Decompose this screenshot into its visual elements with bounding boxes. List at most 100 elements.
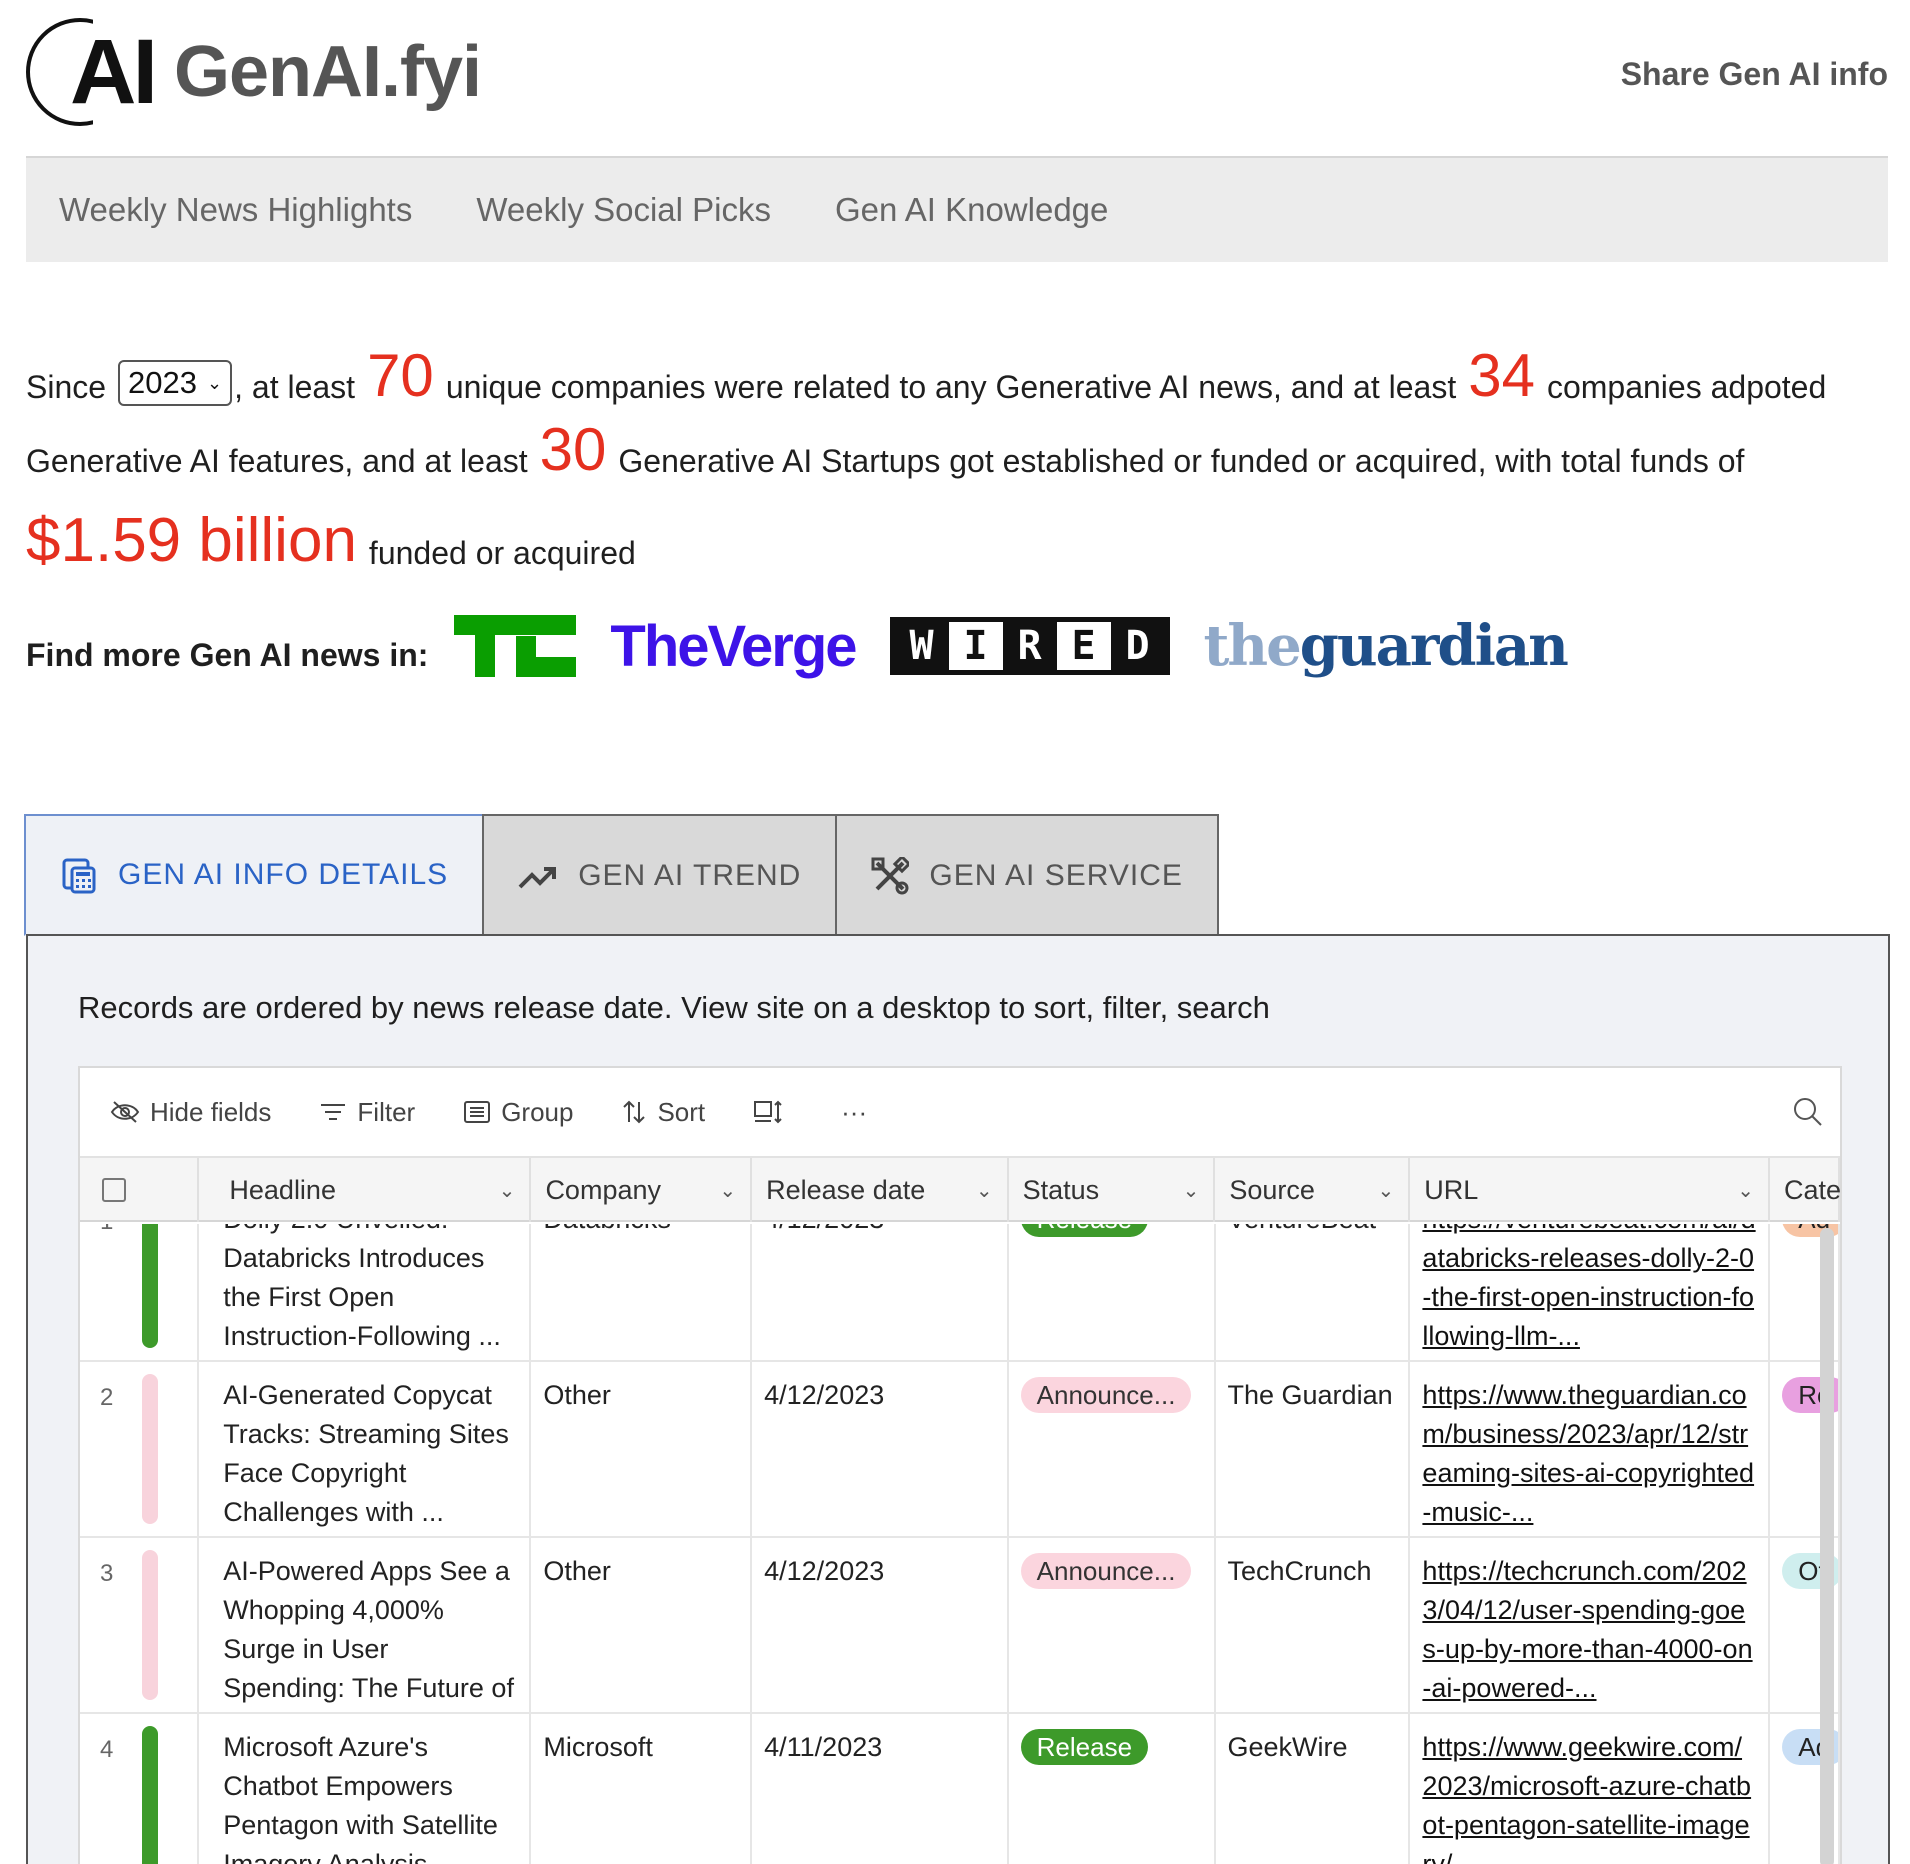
- tab-gen-ai-trend[interactable]: GEN AI TREND: [482, 814, 838, 936]
- tab-label: GEN AI SERVICE: [929, 859, 1183, 892]
- column-label: Source: [1229, 1174, 1315, 1205]
- techcrunch-logo[interactable]: [454, 615, 577, 677]
- column-header-status[interactable]: Status ⌄: [1009, 1158, 1216, 1222]
- headline-text: AI-Powered Apps See a Whopping 4,000% Su…: [223, 1556, 514, 1703]
- share-gen-ai-info-link[interactable]: Share Gen AI info: [1621, 56, 1888, 93]
- url-cell[interactable]: https://venturebeat.com/ai/databricks-re…: [1410, 1224, 1771, 1360]
- status-cell[interactable]: Release: [1009, 1714, 1216, 1864]
- nav-weekly-social-picks[interactable]: Weekly Social Picks: [476, 191, 771, 229]
- stats-line-2: Generative AI features, and at least 30 …: [26, 406, 1888, 480]
- release-date-cell[interactable]: 4/11/2023: [752, 1714, 1009, 1864]
- chevron-down-icon[interactable]: ⌄: [976, 1178, 993, 1203]
- tab-gen-ai-info-details[interactable]: GEN AI INFO DETAILS: [24, 814, 485, 936]
- url-cell[interactable]: https://www.geekwire.com/2023/microsoft-…: [1410, 1714, 1771, 1864]
- content-tabs: GEN AI INFO DETAILS GEN AI TREND GEN AI …: [24, 814, 1219, 936]
- row-color-stripe: [142, 1550, 158, 1700]
- nav-gen-ai-knowledge[interactable]: Gen AI Knowledge: [835, 191, 1108, 229]
- row-meta: 1: [80, 1224, 200, 1360]
- source-cell[interactable]: VentureBeat: [1216, 1224, 1411, 1360]
- table-row[interactable]: 2 AI-Generated Copycat Tracks: Streaming…: [80, 1362, 1840, 1538]
- headline-cell[interactable]: Microsoft Azure's Chatbot Empowers Penta…: [199, 1714, 532, 1864]
- url-link[interactable]: https://techcrunch.com/2023/04/12/user-s…: [1422, 1552, 1756, 1710]
- row-height-button[interactable]: [753, 1099, 793, 1125]
- url-link[interactable]: https://www.theguardian.com/business/202…: [1422, 1376, 1756, 1534]
- chevron-down-icon[interactable]: ⌄: [1378, 1178, 1395, 1203]
- table-row[interactable]: 1 Dolly 2.0 Unveiled: Databricks Introdu…: [80, 1224, 1840, 1362]
- the-guardian-logo[interactable]: the guardian: [1204, 613, 1569, 679]
- nav-weekly-news-highlights[interactable]: Weekly News Highlights: [59, 191, 412, 229]
- headline-cell[interactable]: Dolly 2.0 Unveiled: Databricks Introduce…: [199, 1224, 532, 1360]
- column-header-release-date[interactable]: Release date ⌄: [752, 1158, 1009, 1222]
- row-number: 3: [100, 1560, 114, 1587]
- headline-cell[interactable]: AI-Generated Copycat Tracks: Streaming S…: [199, 1362, 532, 1536]
- tab-label: GEN AI INFO DETAILS: [118, 858, 449, 891]
- the-verge-logo[interactable]: TheVerge: [610, 613, 857, 680]
- column-header-url[interactable]: URL ⌄: [1410, 1158, 1771, 1222]
- headline-text: Dolly 2.0 Unveiled: Databricks Introduce…: [223, 1224, 501, 1351]
- column-header-headline[interactable]: Headline ⌄: [199, 1158, 532, 1222]
- site-logo[interactable]: AI GenAI.fyi: [26, 16, 482, 128]
- filter-icon: [321, 1104, 346, 1120]
- vertical-scrollbar[interactable]: [1820, 1228, 1834, 1864]
- release-date-cell[interactable]: 4/12/2023: [752, 1224, 1009, 1360]
- search-button[interactable]: [1792, 1096, 1824, 1135]
- url-link[interactable]: https://venturebeat.com/ai/databricks-re…: [1422, 1224, 1756, 1358]
- column-label: URL: [1424, 1174, 1479, 1205]
- total-funds-amount: $1.59 billion: [26, 506, 357, 575]
- group-button[interactable]: Group: [463, 1097, 573, 1128]
- chevron-down-icon[interactable]: ⌄: [1183, 1178, 1200, 1203]
- year-value: 2023: [128, 365, 198, 400]
- status-badge: Release: [1020, 1224, 1149, 1237]
- column-header-source[interactable]: Source ⌄: [1215, 1158, 1411, 1222]
- company-cell[interactable]: Other: [531, 1362, 753, 1536]
- tab-gen-ai-service[interactable]: GEN AI SERVICE: [835, 814, 1219, 936]
- grid-toolbar: Hide fields Filter Group Sort ···: [80, 1068, 1840, 1158]
- status-cell[interactable]: Announce...: [1009, 1362, 1216, 1536]
- select-all-checkbox[interactable]: [102, 1178, 126, 1202]
- chevron-down-icon[interactable]: ⌄: [719, 1178, 736, 1203]
- url-link[interactable]: https://www.geekwire.com/2023/microsoft-…: [1422, 1728, 1756, 1864]
- hide-fields-button[interactable]: Hide fields: [110, 1097, 271, 1128]
- table-row[interactable]: 4 Microsoft Azure's Chatbot Empowers Pen…: [80, 1714, 1840, 1864]
- company-cell[interactable]: Microsoft: [531, 1714, 753, 1864]
- headline-cell[interactable]: AI-Powered Apps See a Whopping 4,000% Su…: [199, 1538, 532, 1712]
- chevron-down-icon[interactable]: ⌄: [499, 1178, 516, 1203]
- source-cell[interactable]: The Guardian: [1216, 1362, 1411, 1536]
- chevron-down-icon[interactable]: ⌄: [1737, 1178, 1754, 1203]
- release-date-cell[interactable]: 4/12/2023: [752, 1538, 1009, 1712]
- source-cell[interactable]: TechCrunch: [1216, 1538, 1411, 1712]
- status-badge: Release: [1020, 1729, 1149, 1765]
- sort-button[interactable]: Sort: [621, 1097, 705, 1128]
- column-header-company[interactable]: Company ⌄: [531, 1158, 753, 1222]
- row-number: 2: [100, 1384, 114, 1411]
- row-number: 1: [100, 1224, 113, 1241]
- calculator-icon: [62, 858, 96, 894]
- find-more-sources: Find more Gen AI news in: TheVerge WIRED…: [26, 606, 1601, 686]
- column-label: Company: [545, 1174, 661, 1205]
- table-header: Headline ⌄ Company ⌄ Release date ⌄ Status ⌄…: [80, 1158, 1840, 1222]
- status-cell[interactable]: Announce...: [1009, 1538, 1216, 1712]
- filter-button[interactable]: Filter: [319, 1097, 415, 1128]
- release-date-cell[interactable]: 4/12/2023: [752, 1362, 1009, 1536]
- wired-logo-mark: WIRED: [889, 617, 1170, 675]
- row-color-stripe: [142, 1224, 158, 1348]
- site-header: AI GenAI.fyi Share Gen AI info: [26, 16, 1888, 154]
- adopted-companies-count: 34: [1468, 342, 1535, 409]
- group-icon: [464, 1101, 491, 1123]
- startups-count: 30: [539, 416, 607, 483]
- company-cell[interactable]: Databricks: [531, 1224, 753, 1360]
- filter-label: Filter: [357, 1096, 416, 1127]
- unique-companies-count: 70: [367, 342, 434, 409]
- table-row[interactable]: 3 AI-Powered Apps See a Whopping 4,000% …: [80, 1538, 1840, 1714]
- wired-logo[interactable]: WIRED: [889, 617, 1170, 675]
- year-select[interactable]: 2023 ⌄: [118, 360, 233, 406]
- hide-fields-label: Hide fields: [150, 1096, 272, 1127]
- more-options-button[interactable]: ···: [841, 1097, 867, 1128]
- url-cell[interactable]: https://techcrunch.com/2023/04/12/user-s…: [1410, 1538, 1771, 1712]
- source-cell[interactable]: GeekWire: [1216, 1714, 1411, 1864]
- company-cell[interactable]: Other: [531, 1538, 753, 1712]
- stats-text-2: unique companies were related to any Gen…: [445, 369, 1457, 405]
- column-header-category[interactable]: Cate: [1770, 1158, 1840, 1222]
- status-cell[interactable]: Release: [1009, 1224, 1216, 1360]
- url-cell[interactable]: https://www.theguardian.com/business/202…: [1410, 1362, 1771, 1536]
